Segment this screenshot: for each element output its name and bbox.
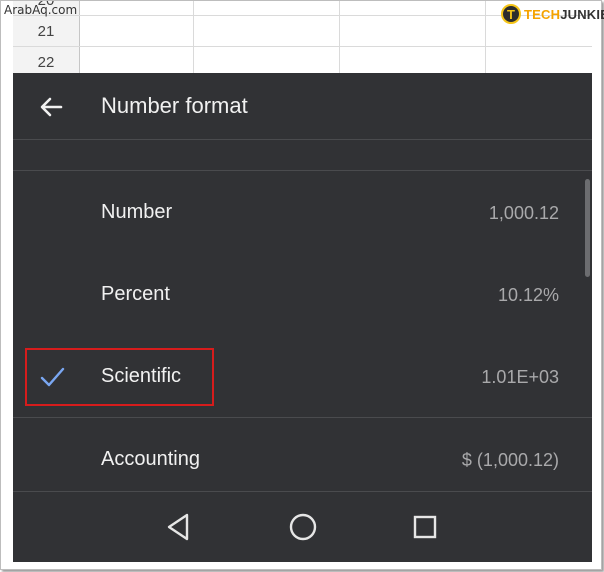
section-spacer xyxy=(13,140,592,171)
sheet-cell[interactable] xyxy=(339,16,486,46)
sheet-cell[interactable] xyxy=(193,1,340,15)
scrollbar[interactable] xyxy=(585,179,590,277)
sheet-row: 22 xyxy=(13,47,592,75)
format-example: 1.01E+03 xyxy=(481,367,559,387)
row-number: 22 xyxy=(13,47,80,75)
arrow-left-icon xyxy=(40,97,63,117)
format-label: Percent xyxy=(101,283,170,305)
nav-home-button[interactable] xyxy=(286,510,320,544)
format-item-percent[interactable]: Percent 10.12% xyxy=(13,253,592,335)
logo-mark: T xyxy=(501,4,521,24)
sheet-cell[interactable] xyxy=(79,47,194,75)
app-bar: Number format xyxy=(13,73,592,140)
back-button[interactable] xyxy=(35,91,67,123)
recents-square-icon xyxy=(413,515,437,539)
logo-text: TECHJUNKIE xyxy=(524,7,604,22)
android-navigation-bar xyxy=(13,491,592,562)
techjunkie-logo: T TECHJUNKIE xyxy=(501,4,604,24)
format-label: Accounting xyxy=(101,448,200,470)
back-triangle-icon xyxy=(167,513,189,541)
watermark: ArabAq.com xyxy=(4,3,78,17)
selection-highlight-box xyxy=(25,348,214,406)
format-list: Number 1,000.12 Percent 10.12% Scientifi… xyxy=(13,171,592,491)
sheet-cell[interactable] xyxy=(79,1,194,15)
format-item-number[interactable]: Number 1,000.12 xyxy=(13,171,592,253)
format-item-accounting[interactable]: Accounting $ (1,000.12) xyxy=(13,418,592,500)
format-label: Number xyxy=(101,201,173,223)
sheet-cell[interactable] xyxy=(339,47,486,75)
format-example: 1,000.12 xyxy=(488,203,559,223)
nav-back-button[interactable] xyxy=(161,510,195,544)
number-format-panel: Number format Number 1,000.12 Percent 10… xyxy=(13,73,592,562)
nav-recents-button[interactable] xyxy=(408,510,442,544)
page-title: Number format xyxy=(101,93,248,118)
logo-text-tech: TECH xyxy=(524,6,561,22)
format-example: 10.12% xyxy=(497,285,559,305)
row-number: 21 xyxy=(13,16,80,46)
sheet-cell[interactable] xyxy=(339,1,486,15)
home-circle-icon xyxy=(289,513,317,541)
format-example: $ (1,000.12) xyxy=(461,450,559,470)
screenshot-frame: ArabAq.com 20 21 22 T TECHJUNKIE xyxy=(0,0,604,570)
logo-text-junkie: JUNKIE xyxy=(560,6,604,22)
sheet-cell[interactable] xyxy=(193,16,340,46)
sheet-cell[interactable] xyxy=(193,47,340,75)
sheet-cell[interactable] xyxy=(79,16,194,46)
